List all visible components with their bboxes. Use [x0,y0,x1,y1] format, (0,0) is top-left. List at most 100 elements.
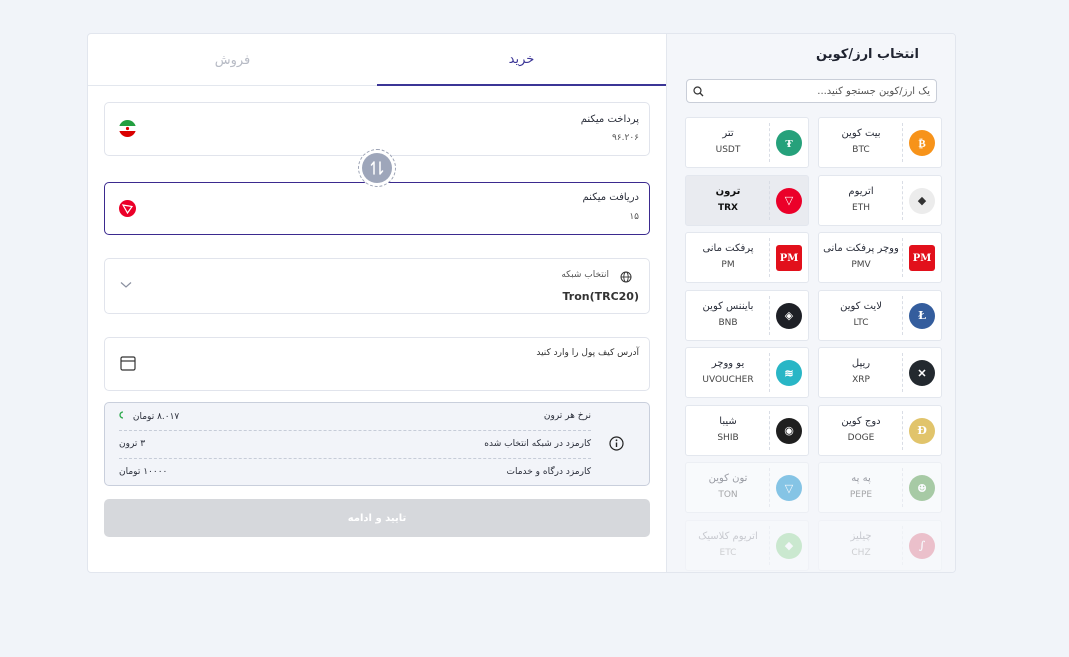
network-select[interactable]: انتخاب شبکه Tron(TRC20) [104,258,650,314]
coin-symbol: ETC [719,547,737,558]
coin-tile-pepe[interactable]: ☻ په په PEPE [818,462,942,513]
network-fee-label: کارمزد در شبکه انتخاب شده [484,439,591,449]
swap-arrows-icon [370,161,384,175]
ethereum-classic-icon: ◆ [776,532,802,559]
coin-tile-pm[interactable]: PM پرفکت مانی PM [685,232,809,283]
coin-tile-btc[interactable]: ₿ بیت کوین BTC [818,117,942,168]
shiba-icon: ◉ [776,417,802,444]
coin-divider [902,525,903,565]
coin-tile-doge[interactable]: Ð دوج کوین DOGE [818,404,942,456]
coin-name: شیبا [719,415,737,427]
receive-label: دریافت میکنم [582,192,639,203]
coin-symbol: ETH [852,202,870,213]
pay-amount[interactable]: ۹۶.۲۰۶ [612,133,639,143]
coin-tile-bnb[interactable]: ◈ بایننس کوین BNB [685,289,809,341]
wallet-icon[interactable] [120,356,136,371]
coin-name: دوج کوین [841,415,881,427]
tron-icon: ▽ [776,187,802,214]
tab-sell[interactable]: فروش [88,34,377,86]
coin-divider [902,238,903,277]
network-label: انتخاب شبکه [561,270,609,280]
pay-field[interactable]: پرداخت میکنم ۹۶.۲۰۶ [104,102,650,156]
coin-symbol: PEPE [849,490,873,500]
coin-symbol: DOGE [847,432,875,443]
receive-amount[interactable]: ۱۵ [629,212,639,222]
ripple-icon: ✕ [909,360,935,386]
coin-tile-shib[interactable]: ◉ شیبا SHIB [685,404,809,456]
coin-tile-eth[interactable]: ◆ اتریوم ETH [818,174,942,226]
coin-tile-xrp[interactable]: ✕ ریپل XRP [818,347,942,398]
coin-symbol: BTC [852,145,870,155]
coin-divider [902,410,903,450]
gateway-fee-value: ۱۰۰۰۰ تومان [119,467,168,477]
coin-divider [769,238,770,277]
coin-name: تتر [722,128,734,139]
pepe-icon: ☻ [909,475,935,501]
coin-search-input[interactable] [709,80,936,102]
perfectmoney-icon: PM [776,245,802,271]
rate-amount: ۸.۰۱۷ تومان [132,412,180,422]
dogecoin-icon: Ð [909,417,935,444]
coin-search-box[interactable] [686,79,937,103]
info-icon[interactable] [609,436,624,451]
coin-divider [769,410,770,450]
chiliz-icon: ∫ [909,532,935,559]
coin-name: اتریوم [848,185,874,197]
coin-name: ووچر پرفکت مانی [823,243,899,254]
coin-divider [769,295,770,335]
receive-field[interactable]: دریافت میکنم ۱۵ [104,182,650,235]
toncoin-icon: ▽ [776,475,802,501]
litecoin-icon: Ł [909,302,935,329]
coin-divider [902,180,903,220]
uvoucher-icon: ≋ [776,360,802,386]
coin-symbol: TON [718,490,738,500]
coin-divider [769,525,770,565]
tab-buy[interactable]: خرید [377,34,666,86]
tron-icon [119,200,136,217]
gateway-fee-row: کارمزد درگاه و خدمات ۱۰۰۰۰ تومان [119,459,591,487]
coin-name: په په [851,473,871,484]
coin-divider [902,353,903,392]
coin-name: پرفکت مانی [702,243,754,254]
coin-tile-pmv[interactable]: PM ووچر پرفکت مانی PMV [818,232,942,283]
wallet-address-input[interactable]: آدرس کیف پول را وارد کنید [104,337,650,391]
coin-tile-etc[interactable]: ◆ اتریوم کلاسیک ETC [685,519,809,571]
iran-flag-icon [119,120,136,137]
coin-panel-title: انتخاب ارز/کوین [816,47,919,62]
rate-label: نرخ هر ترون [543,411,591,421]
confirm-continue-button[interactable]: تایید و ادامه [104,499,650,537]
bitcoin-icon: ₿ [909,130,935,156]
coin-symbol: SHIB [717,432,739,443]
chevron-down-icon [120,282,132,288]
coin-divider [902,123,903,162]
bnb-icon: ◈ [776,302,802,329]
coin-divider [769,180,770,220]
coin-name: بیت کوین [841,128,881,139]
exchange-card: فروش خرید پرداخت میکنم ۹۶.۲۰۶ دریافت میک… [87,33,956,573]
coin-divider [902,295,903,335]
coin-tile-ltc[interactable]: Ł لایت کوین LTC [818,289,942,341]
coin-divider [769,353,770,392]
perfectmoney-icon: PM [909,245,935,271]
coin-symbol: TRX [717,202,738,213]
coin-selector-panel: انتخاب ارز/کوین ₿ بیت کوین BTC ₮ تتر USDT ◆ اتر… [666,34,955,572]
coin-symbol: BNB [718,317,738,328]
rate-value: ۸.۰۱۷ تومان [119,411,179,422]
coin-name: ترون [715,185,741,197]
coin-divider [769,123,770,162]
coin-symbol: PM [721,260,735,270]
coin-name: بایننس کوین [702,300,754,312]
coin-symbol: PMV [851,260,871,270]
coin-name: لایت کوین [840,300,882,312]
coin-symbol: XRP [852,375,870,385]
swap-button[interactable] [358,149,396,187]
network-value: Tron(TRC20) [562,290,639,303]
network-fee-row: کارمزد در شبکه انتخاب شده ۳ ترون [119,431,591,459]
tether-icon: ₮ [776,130,802,156]
coin-tile-trx[interactable]: ▽ ترون TRX [685,174,809,226]
coin-tile-chz[interactable]: ∫ چیلیز CHZ [818,519,942,571]
coin-tile-uvoucher[interactable]: ≋ یو ووچر UVOUCHER [685,347,809,398]
rate-row: نرخ هر ترون ۸.۰۱۷ تومان [119,403,591,431]
coin-tile-usdt[interactable]: ₮ تتر USDT [685,117,809,168]
coin-tile-ton[interactable]: ▽ تون کوین TON [685,462,809,513]
